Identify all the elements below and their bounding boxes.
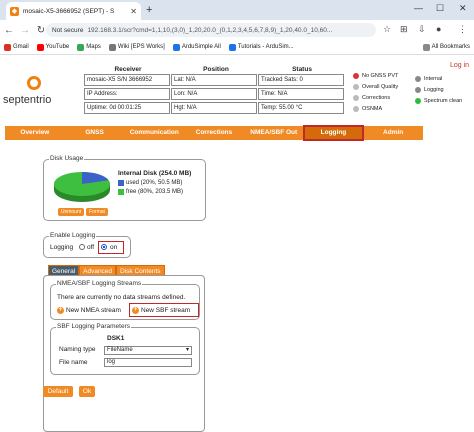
default-button[interactable]: Default <box>43 386 73 397</box>
used-swatch-icon <box>118 180 124 186</box>
brand-name: septentrio <box>3 94 52 106</box>
receiver-heading: Receiver <box>114 66 142 73</box>
minimize-icon[interactable]: — <box>414 3 423 13</box>
url-field[interactable]: Not secure 192.168.3.1/scr?cmd=1,1,10,(3… <box>46 23 376 37</box>
back-icon[interactable]: ← <box>2 25 16 36</box>
bookmark-youtube[interactable]: YouTube <box>36 43 69 51</box>
osnma-status-icon <box>353 106 359 112</box>
status-temp: Temp: 55.00 °C <box>258 102 344 114</box>
spectrum-status-icon <box>415 98 421 104</box>
add-icon: + <box>132 307 139 314</box>
enable-logging-legend: Enable Logging <box>49 232 97 239</box>
file-name-label: File name <box>59 359 88 366</box>
position-heading: Position <box>203 66 229 73</box>
logging-label: Logging <box>50 244 74 251</box>
receiver-uptime: Uptime: 0d 00:01:25 <box>84 102 170 114</box>
nav-admin[interactable]: Admin <box>363 126 423 140</box>
logging-on-label: on <box>110 244 118 251</box>
status-time: Time: N/A <box>258 88 344 100</box>
url-text: 192.168.3.1/scr?cmd=1,1,10,(3,0)_1,20,20… <box>87 26 333 34</box>
new-sbf-stream-button[interactable]: + New SBF stream <box>132 307 190 314</box>
maximize-icon[interactable]: ☐ <box>436 3 444 14</box>
chevron-down-icon: ▾ <box>185 347 189 353</box>
close-window-icon[interactable]: ✕ <box>459 3 467 14</box>
nav-communication[interactable]: Communication <box>124 126 184 140</box>
bookmark-gmail[interactable]: Gmail <box>4 43 29 51</box>
septentrio-favicon-icon: ◆ <box>10 6 19 16</box>
close-tab-icon[interactable]: ✕ <box>130 7 137 16</box>
nav-corrections[interactable]: Corrections <box>184 126 244 140</box>
legend-osnma: OSNMA <box>353 106 382 112</box>
status-heading: Status <box>292 66 312 73</box>
login-link[interactable]: Log in <box>450 62 469 69</box>
bookmarks-bar: Gmail YouTube Maps Wiki [EPS Works] Ardu… <box>0 40 474 55</box>
star-icon[interactable]: ☆ <box>383 24 391 35</box>
unmount-button[interactable]: Unmount <box>58 208 84 216</box>
logging-on-radio[interactable] <box>101 244 107 250</box>
corrections-status-icon <box>353 95 359 101</box>
logging-off-label: off <box>87 244 95 251</box>
logo-mark-icon <box>27 76 41 90</box>
legend-spectrum: Spectrum clean <box>415 98 462 104</box>
bookmark-maps[interactable]: Maps <box>77 43 101 51</box>
logging-off-radio[interactable] <box>79 244 85 250</box>
all-bookmarks[interactable]: All Bookmarks <box>422 43 470 51</box>
nav-logging[interactable]: Logging <box>302 125 365 141</box>
position-lat: Lat: N/A <box>171 74 257 86</box>
free-swatch-icon <box>118 189 124 195</box>
nav-nmea-sbf-out[interactable]: NMEA/SBF Out <box>244 126 304 140</box>
naming-type-label: Naming type <box>59 346 96 353</box>
legend-quality: Overall Quality <box>353 84 398 90</box>
browser-tab[interactable]: ◆ mosaic-X5-3666952 (SEPT) - S ✕ <box>6 2 141 20</box>
extensions-icon[interactable]: ⊞ <box>400 24 408 35</box>
pvt-status-icon <box>353 73 359 79</box>
downloads-icon[interactable]: ⇩ <box>418 24 426 35</box>
legend-no-pvt: No GNSS PVT <box>353 73 398 79</box>
add-icon: + <box>57 307 64 314</box>
disk-used-legend: used (20%, 50.5 MB) <box>118 180 182 186</box>
file-name-input[interactable]: log <box>104 358 192 367</box>
disk-usage-legend: Disk Usage <box>49 155 85 162</box>
forward-icon[interactable]: → <box>18 25 32 36</box>
receiver-web-page: septentrio Receiver Position Status mosa… <box>0 56 474 432</box>
nav-overview[interactable]: Overview <box>5 126 65 140</box>
disk-title: Internal Disk (254.0 MB) <box>118 170 192 177</box>
no-streams-message: There are currently no data streams defi… <box>57 294 186 301</box>
not-secure-label: Not secure <box>52 26 84 34</box>
naming-type-select[interactable]: FileName ▾ <box>104 346 192 355</box>
nav-gnss[interactable]: GNSS <box>65 126 125 140</box>
receiver-ip: IP Address: <box>84 88 170 100</box>
legend-internal: Internal <box>415 76 442 82</box>
disk-id: DSK1 <box>107 335 125 342</box>
streams-legend: NMEA/SBF Logging Streams <box>56 280 143 287</box>
receiver-serial: mosaic-X5 S/N 3666952 <box>84 74 170 86</box>
browser-tab-bar: ◆ mosaic-X5-3666952 (SEPT) - S ✕ + — ☐ ✕ <box>0 0 474 20</box>
main-nav: Overview GNSS Communication Corrections … <box>5 125 423 141</box>
quality-status-icon <box>353 84 359 90</box>
new-nmea-stream-button[interactable]: + New NMEA stream <box>57 307 121 314</box>
disk-usage-pie <box>54 172 110 202</box>
menu-icon[interactable]: ⋮ <box>458 24 467 35</box>
profile-icon[interactable]: ● <box>436 24 441 34</box>
logging-status-icon <box>415 87 421 93</box>
sbf-params-legend: SBF Logging Parameters <box>56 323 131 330</box>
ok-button[interactable]: Ok <box>79 386 95 397</box>
disk-free-legend: free (80%, 203.5 MB) <box>118 189 183 195</box>
bookmark-wiki[interactable]: Wiki [EPS Works] <box>108 43 165 51</box>
legend-corrections: Corrections <box>353 95 390 101</box>
internal-status-icon <box>415 76 421 82</box>
bookmark-ardusimple[interactable]: ArduSimple All <box>172 43 221 51</box>
position-hgt: Hgt: N/A <box>171 102 257 114</box>
legend-logging: Logging <box>415 87 444 93</box>
position-lon: Lon: N/A <box>171 88 257 100</box>
status-tracked-sats: Tracked Sats: 0 <box>258 74 344 86</box>
format-button[interactable]: Format <box>86 208 108 216</box>
bookmark-tutorials[interactable]: Tutorials - ArduSim... <box>228 43 294 51</box>
address-bar-row: ← → ↻ Not secure 192.168.3.1/scr?cmd=1,1… <box>0 20 474 40</box>
tab-title: mosaic-X5-3666952 (SEPT) - S <box>23 7 115 15</box>
new-tab-icon[interactable]: + <box>146 4 152 16</box>
